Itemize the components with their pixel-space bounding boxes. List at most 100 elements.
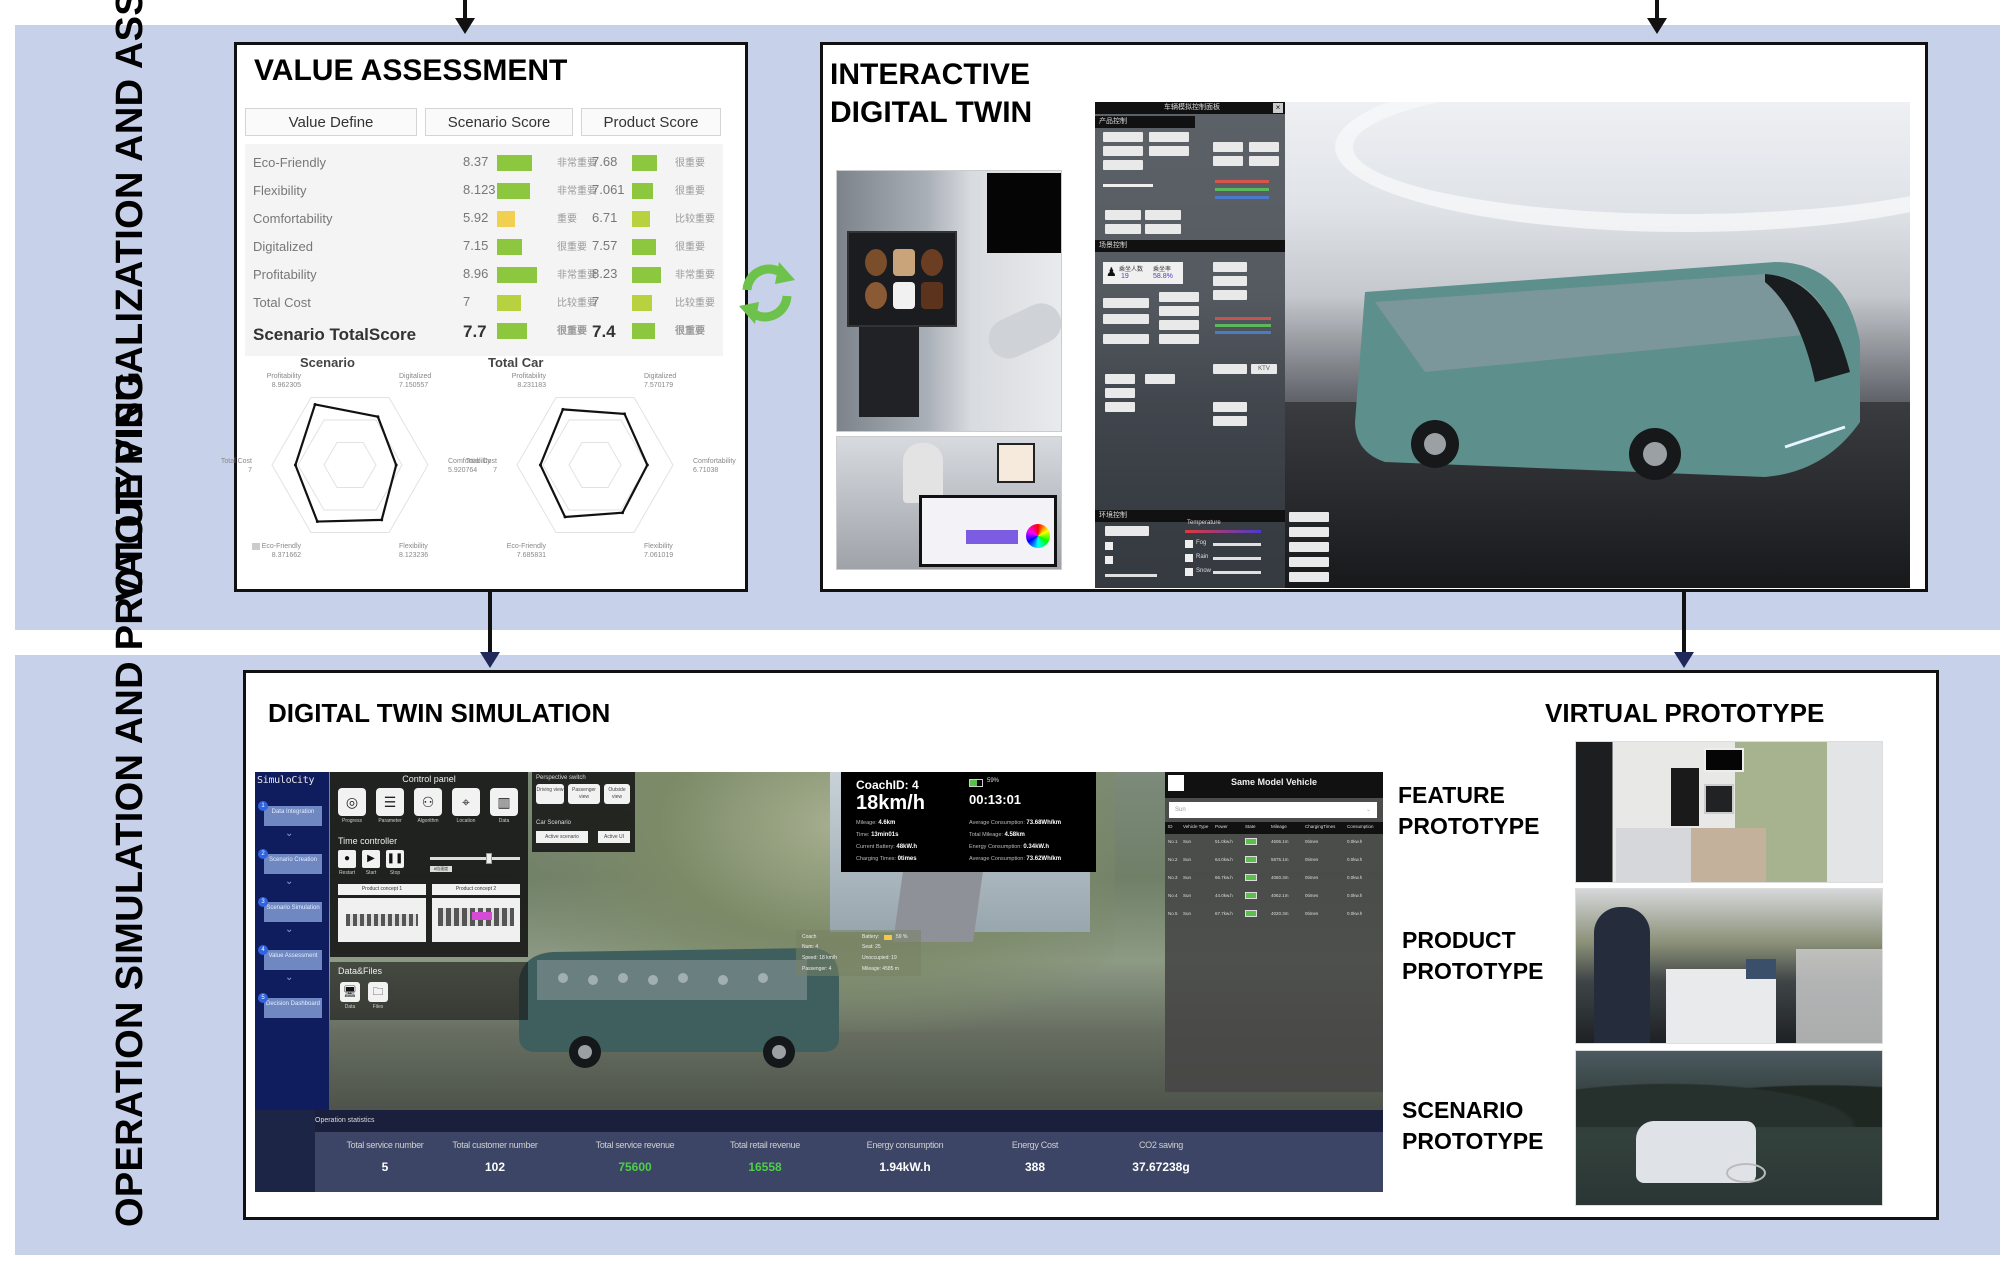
workflow-step-data-integration[interactable]: 1 Data Integration	[258, 801, 322, 826]
pause-icon[interactable]: ❚❚	[386, 850, 404, 868]
active-ui-button[interactable]: Active UI	[598, 831, 630, 843]
radar-point-comfortability[interactable]	[394, 463, 398, 467]
snow-checkbox[interactable]	[1185, 568, 1193, 576]
scene-button[interactable]	[1159, 334, 1199, 344]
smv-table-row[interactable]: No.1 Sun 51.0kw.h 4606.1m 0times 0.0kw.h	[1165, 836, 1383, 854]
control-button[interactable]	[1105, 210, 1141, 220]
slider-knob[interactable]	[485, 853, 492, 864]
coffee-option[interactable]	[893, 249, 915, 276]
play-icon[interactable]: ▶	[362, 850, 380, 868]
scene-button[interactable]	[1159, 292, 1199, 302]
radar-point-total-cost[interactable]	[538, 463, 542, 467]
radar-point-digitalized[interactable]	[376, 415, 380, 419]
workflow-step-decision-dashboard[interactable]: 5 Decision Dashboard	[258, 993, 322, 1018]
control-button[interactable]	[1249, 156, 1279, 166]
scene-button[interactable]	[1213, 364, 1247, 374]
network-icon[interactable]: ⚇	[414, 788, 442, 816]
coffee-option[interactable]	[921, 282, 943, 309]
workflow-step-value-assessment[interactable]: 4 Value Assessment	[258, 945, 322, 970]
scene-button[interactable]	[1213, 290, 1247, 300]
scene-button[interactable]	[1103, 314, 1149, 324]
side-button[interactable]	[1289, 527, 1329, 537]
environment-checkbox[interactable]	[1105, 556, 1113, 564]
smv-column-header[interactable]: Consumption	[1347, 824, 1374, 829]
active-scenario-button[interactable]: Active scenario	[536, 831, 588, 843]
radar-point-comfortability[interactable]	[645, 463, 649, 467]
brightness-slider[interactable]	[1103, 184, 1153, 187]
control-button[interactable]	[1103, 160, 1143, 170]
blue-slider[interactable]	[1215, 196, 1269, 199]
column-header-scenario-score[interactable]: Scenario Score	[425, 108, 573, 136]
radar-point-eco-friendly[interactable]	[315, 520, 319, 524]
scene-button[interactable]	[1105, 388, 1135, 398]
green-slider[interactable]	[1215, 324, 1271, 327]
rain-checkbox[interactable]	[1185, 554, 1193, 562]
side-button[interactable]	[1289, 572, 1329, 582]
progress-icon[interactable]: ◎	[338, 788, 366, 816]
radar-point-digitalized[interactable]	[623, 412, 627, 416]
smv-table-row[interactable]: No.3 Sun 66.7kw.h 4060.3m 0times 0.0kw.h	[1165, 872, 1383, 890]
location-pin-icon[interactable]: ⌖	[452, 788, 480, 816]
coffee-option[interactable]	[893, 282, 915, 309]
product-concept-1-button[interactable]: Product concept 1	[338, 884, 426, 895]
environment-checkbox[interactable]	[1105, 542, 1113, 550]
control-button[interactable]	[1103, 146, 1143, 156]
coffee-option[interactable]	[865, 249, 887, 276]
vehicle-type-select[interactable]: Sun ⌄	[1169, 802, 1377, 818]
smv-table-row[interactable]: No.2 Sun 64.0kw.h 5875.1m 0times 0.0kw.h	[1165, 854, 1383, 872]
scene-button[interactable]	[1103, 298, 1149, 308]
control-button[interactable]	[1145, 210, 1181, 220]
environment-button[interactable]	[1105, 526, 1149, 536]
driving-view-button[interactable]: Driving view	[536, 784, 564, 804]
scene-button[interactable]	[1213, 262, 1247, 272]
side-button[interactable]	[1289, 557, 1329, 567]
green-slider[interactable]	[1215, 188, 1269, 191]
scene-button[interactable]	[1105, 374, 1135, 384]
chart-icon[interactable]: ▥	[490, 788, 518, 816]
radar-point-eco-friendly[interactable]	[563, 515, 567, 519]
coffee-option[interactable]	[921, 249, 943, 276]
passenger-view-button[interactable]: Passenger view	[568, 784, 600, 804]
smv-table-row[interactable]: No.5 Sun 67.7kw.h 4020.3m 0times 0.0kw.h	[1165, 908, 1383, 926]
sliders-icon[interactable]: ☰	[376, 788, 404, 816]
red-slider[interactable]	[1215, 180, 1269, 183]
scene-button[interactable]	[1213, 276, 1247, 286]
workflow-step-scenario-creation[interactable]: 2 Scenario Creation	[258, 849, 322, 874]
temperature-slider[interactable]	[1185, 530, 1261, 533]
product-concept-1-image[interactable]	[338, 898, 426, 942]
side-button[interactable]	[1289, 542, 1329, 552]
simulated-bus[interactable]	[513, 940, 843, 1068]
column-header-value-define[interactable]: Value Define	[245, 108, 417, 136]
scene-button[interactable]	[1145, 374, 1175, 384]
blue-slider[interactable]	[1215, 331, 1271, 334]
radar-point-flexibility[interactable]	[621, 511, 625, 515]
environment-slider[interactable]	[1105, 574, 1157, 577]
smv-column-header[interactable]: State	[1245, 824, 1256, 829]
red-slider[interactable]	[1215, 317, 1271, 320]
control-button[interactable]	[1145, 224, 1181, 234]
scene-button[interactable]	[1159, 306, 1199, 316]
color-wheel-icon[interactable]	[1026, 524, 1050, 548]
radar-point-flexibility[interactable]	[380, 518, 384, 522]
scene-button[interactable]	[1159, 320, 1199, 330]
monitor-icon[interactable]: 🖥	[340, 982, 360, 1002]
scene-button[interactable]	[1213, 416, 1247, 426]
tablet-buttons[interactable]	[966, 530, 1018, 544]
control-button[interactable]	[1213, 156, 1243, 166]
fog-checkbox[interactable]	[1185, 540, 1193, 548]
radar-point-total-cost[interactable]	[293, 463, 297, 467]
ktv-button[interactable]: KTV	[1251, 364, 1277, 374]
snow-slider[interactable]	[1213, 571, 1261, 574]
digital-twin-3d-view[interactable]: 车辆模拟控制面板 × 产品控制 场景控制 ♟ 乘坐人数 19 乘坐率 58.8%	[1095, 102, 1910, 588]
control-button[interactable]	[1249, 142, 1279, 152]
smv-column-header[interactable]: ChargingTimes	[1305, 824, 1335, 829]
smv-column-header[interactable]: Vehicle Type	[1183, 824, 1208, 829]
control-button[interactable]	[1149, 146, 1189, 156]
control-button[interactable]	[1103, 132, 1143, 142]
smv-column-header[interactable]: Mileage	[1271, 824, 1287, 829]
product-concept-2-button[interactable]: Product concept 2	[432, 884, 520, 895]
scene-button[interactable]	[1105, 402, 1135, 412]
time-speed-slider[interactable]	[430, 853, 520, 864]
close-icon[interactable]: ×	[1273, 103, 1283, 113]
smv-column-header[interactable]: Power	[1215, 824, 1228, 829]
